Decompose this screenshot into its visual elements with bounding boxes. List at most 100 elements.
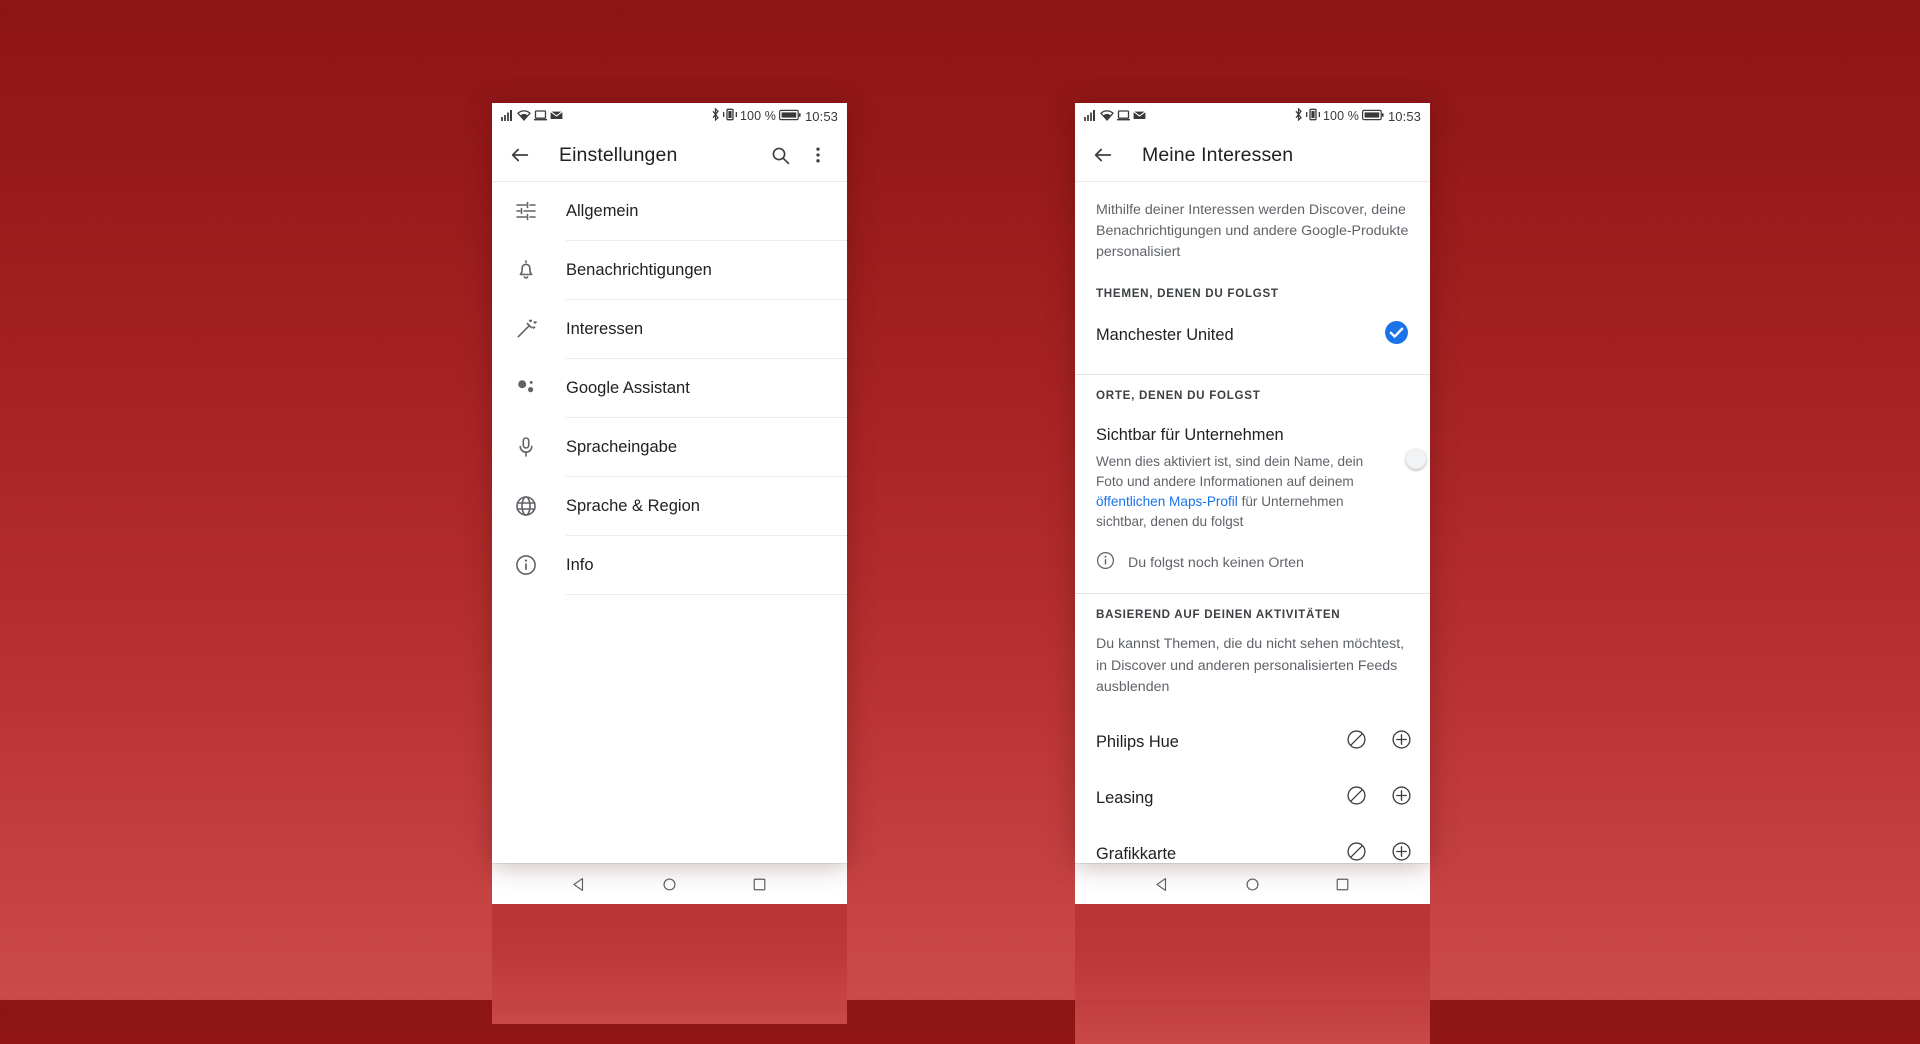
- status-left-icons: [501, 109, 563, 124]
- bluetooth-icon: [711, 107, 720, 124]
- settings-screen: 100 % 10:53 Einstellungen Allgemein Bena…: [492, 103, 847, 863]
- settings-row-allgemein[interactable]: Allgemein: [492, 182, 847, 240]
- interests-screen: 100 % 10:53 Meine Interessen Mithilfe de…: [1075, 103, 1430, 863]
- mail-icon: [550, 109, 563, 124]
- activity-topic-name: Leasing: [1096, 788, 1154, 807]
- topic-name: Manchester United: [1096, 325, 1234, 344]
- page-title: Einstellungen: [559, 143, 678, 166]
- app-bar-actions: [764, 139, 834, 171]
- toggle-knob: [1406, 449, 1426, 470]
- settings-row-info[interactable]: Info: [492, 536, 847, 594]
- visibility-setting-row: Sichtbar für Unternehmen Wenn dies aktiv…: [1075, 412, 1430, 532]
- nav-back-triangle[interactable]: [559, 869, 599, 899]
- activity-topic-name: Grafikkarte: [1096, 844, 1177, 863]
- block-circle-icon[interactable]: [1346, 729, 1367, 755]
- status-bar-left: 100 % 10:53: [492, 103, 847, 129]
- activity-topic-actions: [1346, 785, 1412, 811]
- settings-row-label: Allgemein: [566, 201, 639, 220]
- wifi-icon: [517, 109, 531, 124]
- status-left-icons: [1084, 109, 1146, 124]
- topic-row[interactable]: Manchester United: [1075, 310, 1430, 361]
- section-header-topics: THEMEN, DENEN DU FOLGST: [1075, 279, 1430, 311]
- settings-row-label: Spracheingabe: [566, 437, 678, 456]
- nav-recents-square[interactable]: [1323, 869, 1363, 899]
- visibility-title: Sichtbar für Unternehmen: [1096, 426, 1284, 445]
- nav-home-circle[interactable]: [649, 869, 689, 899]
- settings-row-benachrichtigungen[interactable]: Benachrichtigungen: [492, 241, 847, 299]
- globe-icon: [511, 491, 541, 521]
- settings-row-label: Interessen: [566, 319, 644, 338]
- activity-topic-name: Philips Hue: [1096, 732, 1179, 751]
- settings-row-label: Google Assistant: [566, 378, 690, 397]
- status-clock: 10:53: [1387, 108, 1421, 124]
- places-empty-note: Du folgst noch keinen Orten: [1075, 531, 1430, 594]
- section-header-places: ORTE, DENEN DU FOLGST: [1075, 375, 1430, 413]
- block-circle-icon[interactable]: [1346, 841, 1367, 863]
- tune-icon: [511, 196, 541, 226]
- screen-cast-icon: [1117, 109, 1130, 124]
- info-icon: [511, 550, 541, 580]
- wifi-icon: [1100, 109, 1114, 124]
- section-header-activity: BASIEREND AUF DEINEN AKTIVITÄTEN: [1075, 594, 1430, 634]
- search-icon[interactable]: [764, 139, 796, 171]
- activity-description: Du kannst Themen, die du nicht sehen möc…: [1075, 633, 1430, 715]
- magic-wand-icon: [511, 314, 541, 344]
- phone-left: 100 % 10:53 Einstellungen Allgemein Bena…: [492, 103, 847, 1024]
- bluetooth-icon: [1294, 107, 1303, 124]
- phone-right-reflection: 100 % 10:53 Meine Interessen Mithilfe de…: [1075, 904, 1430, 1044]
- maps-profile-link[interactable]: öffentlichen Maps-Profil: [1096, 494, 1238, 509]
- visibility-text-block: Sichtbar für Unternehmen Wenn dies aktiv…: [1096, 426, 1403, 531]
- activity-topic-actions: [1346, 841, 1412, 863]
- google-assistant-icon: [511, 373, 541, 403]
- phone-right: 100 % 10:53 Meine Interessen Mithilfe de…: [1075, 103, 1430, 1044]
- system-nav-bar-right: [1075, 863, 1430, 904]
- nav-recents-square[interactable]: [740, 869, 780, 899]
- system-nav-bar-left: [492, 863, 847, 904]
- vibrate-icon: [1306, 108, 1320, 124]
- battery-icon: [1361, 109, 1384, 124]
- arrow-back-icon[interactable]: [505, 140, 535, 170]
- block-circle-icon[interactable]: [1346, 785, 1367, 811]
- status-right-cluster: 100 % 10:53: [1294, 107, 1421, 124]
- settings-list: Allgemein Benachrichtigungen Interessen Goo…: [492, 182, 847, 595]
- activity-topic-list: Philips Hue Leasing Grafikkarte: [1075, 714, 1430, 863]
- reflection-fade: [492, 904, 847, 1024]
- info-icon: [1096, 551, 1115, 575]
- page-title: Meine Interessen: [1142, 143, 1294, 166]
- nav-back-triangle[interactable]: [1142, 869, 1182, 899]
- interests-intro-text: Mithilfe deiner Interessen werden Discov…: [1075, 182, 1430, 280]
- settings-row-interessen[interactable]: Interessen: [492, 300, 847, 358]
- settings-row-label: Sprache & Region: [566, 496, 700, 515]
- settings-row-sprache-region[interactable]: Sprache & Region: [492, 477, 847, 535]
- plus-circle-icon[interactable]: [1391, 785, 1412, 811]
- activity-topic-row[interactable]: Grafikkarte: [1075, 826, 1430, 863]
- places-empty-note-text: Du folgst noch keinen Orten: [1128, 555, 1304, 572]
- battery-icon: [778, 109, 801, 124]
- battery-percent-label: 100 %: [1323, 109, 1359, 123]
- app-bar-settings: Einstellungen: [492, 129, 847, 181]
- phone-left-reflection: 100 % 10:53 Einstellungen: [492, 904, 847, 1024]
- activity-topic-row[interactable]: Leasing: [1075, 770, 1430, 827]
- settings-row-google-assistant[interactable]: Google Assistant: [492, 359, 847, 417]
- status-right-cluster: 100 % 10:53: [711, 107, 838, 124]
- status-bar-right: 100 % 10:53: [1075, 103, 1430, 129]
- settings-row-spracheingabe[interactable]: Spracheingabe: [492, 418, 847, 476]
- screen-cast-icon: [534, 109, 547, 124]
- signal-icon: [1084, 109, 1097, 124]
- check-circle-icon[interactable]: [1384, 320, 1409, 350]
- battery-percent-label: 100 %: [740, 109, 776, 123]
- reflection-fade: [1075, 904, 1430, 1044]
- microphone-icon: [511, 432, 541, 462]
- plus-circle-icon[interactable]: [1391, 729, 1412, 755]
- activity-topic-actions: [1346, 729, 1412, 755]
- nav-home-circle[interactable]: [1232, 869, 1272, 899]
- status-clock: 10:53: [804, 108, 838, 124]
- signal-icon: [501, 109, 514, 124]
- visibility-desc-part1: Wenn dies aktiviert ist, sind dein Name,…: [1096, 454, 1364, 489]
- activity-topic-row[interactable]: Philips Hue: [1075, 714, 1430, 771]
- plus-circle-icon[interactable]: [1391, 841, 1412, 863]
- arrow-back-icon[interactable]: [1088, 140, 1118, 170]
- more-vert-icon[interactable]: [802, 139, 834, 171]
- app-bar-interests: Meine Interessen: [1075, 129, 1430, 181]
- settings-row-label: Benachrichtigungen: [566, 260, 712, 279]
